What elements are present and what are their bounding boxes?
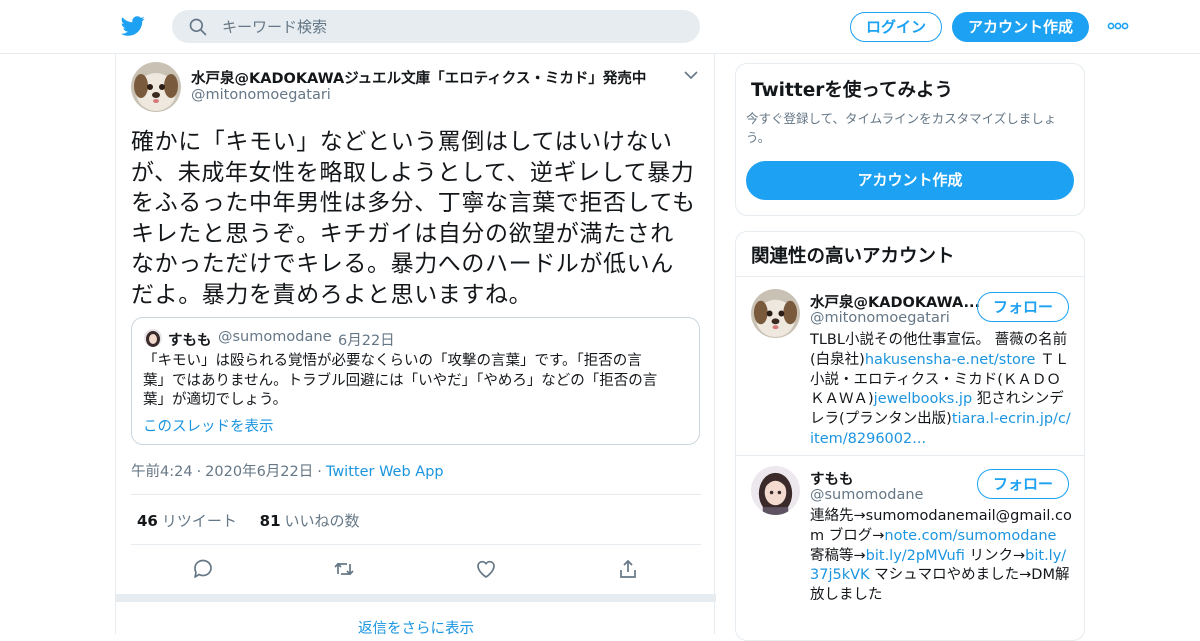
- try-twitter-title: Twitterを使ってみよう: [751, 80, 953, 101]
- quote-date: 6月22日: [338, 333, 395, 349]
- try-desc-line: 今すぐ登録して、タイムラインをカスタマイズしましょ: [746, 111, 1057, 126]
- account-bio: TLBL小説その他仕事宣伝。 薔薇の名前(白泉社)hakusensha-e.ne…: [810, 331, 1074, 450]
- author-handle[interactable]: @mitonomoegatari: [191, 87, 331, 103]
- more-dots-icon[interactable]: [1107, 21, 1129, 31]
- retweet-count: 46: [137, 512, 158, 530]
- chevron-down-icon[interactable]: [684, 70, 698, 80]
- tweet-source-link[interactable]: Twitter Web App: [326, 464, 444, 480]
- related-accounts-title: 関連性の高いアカウント: [751, 246, 955, 267]
- bio-link[interactable]: jewelbooks.jp: [874, 391, 973, 407]
- divider: [736, 455, 1084, 456]
- account-avatar[interactable]: [751, 466, 800, 515]
- tweet-card: 水戸泉@KADOKAWAジュエル文庫「エロティクス・ミカド」発売中 @miton…: [115, 54, 716, 637]
- login-button[interactable]: ログイン: [850, 12, 942, 42]
- like-count: 81: [259, 512, 281, 530]
- tweet-time[interactable]: 午前4:24: [131, 464, 193, 480]
- account-avatar[interactable]: [751, 289, 800, 338]
- tweet-text-line: をふるった中年男性は多分、丁寧な言葉で拒否しても: [131, 190, 696, 216]
- signup-button[interactable]: アカウント作成: [952, 12, 1089, 42]
- reply-icon[interactable]: [191, 557, 215, 581]
- share-icon[interactable]: [616, 557, 640, 581]
- divider: [736, 276, 1084, 277]
- account-handle[interactable]: @sumomodane: [810, 487, 923, 503]
- try-desc-line: う。: [746, 129, 771, 145]
- bio-link[interactable]: note.com/sumomodane: [884, 528, 1056, 544]
- bio-text: リンク→: [964, 547, 1026, 564]
- meta-separator: ·: [196, 464, 202, 480]
- quoted-tweet[interactable]: すもも @sumomodane · 6月22日 「キモい」は殴られる覚悟が必要な…: [131, 317, 700, 445]
- section-separator: [116, 594, 716, 602]
- divider: [131, 544, 701, 545]
- like-label: いいねの数: [284, 512, 360, 530]
- quote-avatar: [144, 329, 162, 347]
- tweet-meta: 午前4:24 · 2020年6月22日 · Twitter Web App: [131, 460, 444, 481]
- search-icon: [189, 18, 207, 36]
- show-thread-link[interactable]: このスレッドを表示: [143, 415, 274, 436]
- show-more-replies-link[interactable]: 返信をさらに表示: [116, 617, 716, 638]
- follow-button[interactable]: フォロー: [977, 469, 1069, 499]
- quote-separator: ·: [328, 329, 333, 345]
- tweet-actions: [116, 557, 716, 581]
- tweet-text-line: だよ。暴力を責めろよと思いますね。: [131, 281, 533, 308]
- search-input[interactable]: [222, 10, 682, 43]
- tweet-text: 確かに「キモい」などという罵倒はしてはいけない が、未成年女性を略取しようとして…: [131, 127, 701, 310]
- author-name[interactable]: 水戸泉@KADOKAWAジュエル文庫「エロティクス・ミカド」発売中: [191, 67, 646, 88]
- girl-avatar-icon: [751, 466, 800, 515]
- retweet-icon[interactable]: [332, 557, 356, 581]
- divider: [131, 494, 701, 495]
- create-account-button[interactable]: アカウント作成: [746, 161, 1074, 200]
- bio-link[interactable]: hakusensha-e.net/store: [865, 352, 1036, 368]
- girl-avatar-icon: [144, 329, 162, 347]
- try-twitter-panel: Twitterを使ってみよう 今すぐ登録して、タイムラインをカスタマイズしましょ…: [735, 63, 1085, 216]
- like-heart-icon[interactable]: [474, 557, 498, 581]
- bio-link[interactable]: bit.ly/2pMVufi: [866, 548, 965, 564]
- account-name[interactable]: すもも: [810, 468, 854, 489]
- quote-text: 「キモい」は殴られる覚悟が必要なくらいの「攻撃の言葉」です。「拒否の言 葉」では…: [143, 352, 688, 411]
- tweet-text-line: 確かに「キモい」などという罵倒はしてはいけない: [131, 129, 673, 155]
- tweet-text-line: キレたと思うぞ。キチガイは自分の欲望が満たされ: [131, 220, 674, 247]
- tweet-date[interactable]: 2020年6月22日: [205, 464, 313, 480]
- account-name[interactable]: 水戸泉@KADOKAWA...: [810, 291, 980, 312]
- account-handle[interactable]: @mitonomoegatari: [810, 310, 950, 326]
- try-twitter-description: 今すぐ登録して、タイムラインをカスタマイズしましょ う。: [746, 110, 1076, 147]
- tweet-text-line: なかっただけでキレる。暴力へのハードルが低いん: [131, 251, 674, 277]
- bio-text: 寄稿等→: [810, 547, 866, 564]
- twitter-bird-icon[interactable]: [120, 14, 146, 38]
- quote-text-line: 「キモい」は殴られる覚悟が必要なくらいの「攻撃の言葉」です。「拒否の言: [143, 353, 642, 369]
- quote-author-name: すもも: [168, 333, 212, 349]
- account-bio: 連絡先→sumomodanemail@gmail.com ブログ→note.co…: [810, 507, 1074, 606]
- dog-avatar-icon: [751, 289, 800, 338]
- author-avatar[interactable]: [131, 62, 181, 112]
- quote-text-line: 葉」ではありません。トラブル回避には「いやだ」「やめろ」などの「拒否の言: [143, 372, 658, 389]
- quote-text-line: 葉」が適切でしょう。: [143, 392, 288, 408]
- quote-author-handle: @sumomodane: [218, 329, 332, 345]
- retweet-label: リツイート: [161, 512, 237, 530]
- follow-button[interactable]: フォロー: [977, 292, 1069, 322]
- tweet-text-line: が、未成年女性を略取しようとして、逆ギレして暴力: [131, 159, 695, 186]
- search-box[interactable]: [172, 10, 700, 43]
- tweet-stats: 46 リツイート 81 いいねの数: [137, 510, 360, 531]
- top-navigation-bar: ログイン アカウント作成: [0, 0, 1200, 54]
- related-accounts-panel: 関連性の高いアカウント 水戸泉@KADOKAWA... @mitonomoega…: [735, 231, 1085, 641]
- dog-avatar-icon: [131, 62, 181, 112]
- retweet-stat[interactable]: 46 リツイート: [137, 512, 237, 530]
- meta-separator: ·: [317, 464, 322, 480]
- like-stat[interactable]: 81 いいねの数: [260, 512, 360, 530]
